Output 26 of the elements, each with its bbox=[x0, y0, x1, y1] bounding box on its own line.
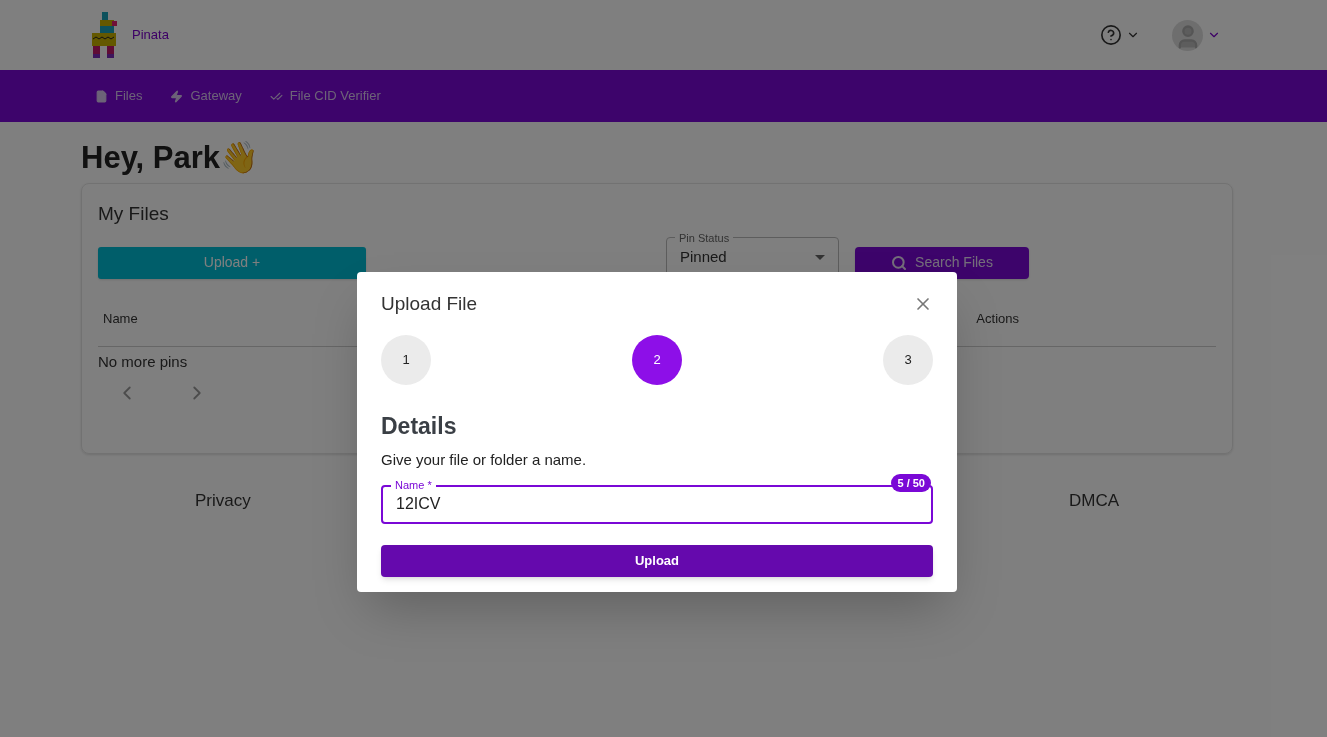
empty-message: No more pins bbox=[98, 352, 188, 372]
greeting-heading: Hey, Park👋 bbox=[81, 139, 260, 177]
column-header: Name bbox=[103, 309, 138, 328]
upload-submit-button[interactable]: Upload bbox=[381, 544, 933, 577]
card-title: My Files bbox=[98, 202, 170, 226]
dialog-title: Upload File bbox=[381, 292, 478, 316]
brand-name[interactable]: Pinata bbox=[132, 25, 169, 45]
step-indicator: 2 bbox=[632, 334, 682, 385]
section-description: Give your file or folder a name. bbox=[381, 450, 588, 470]
avatar-icon bbox=[1172, 19, 1203, 51]
help-icon bbox=[1100, 24, 1122, 46]
section-heading: Details bbox=[381, 411, 458, 441]
search-icon bbox=[891, 254, 908, 271]
footer-link[interactable]: Privacy bbox=[195, 488, 251, 514]
step-indicator: 1 bbox=[381, 334, 431, 385]
account-menu-button[interactable] bbox=[1172, 19, 1221, 51]
column-header: Actions bbox=[976, 309, 1019, 328]
help-menu-button[interactable] bbox=[1100, 24, 1140, 46]
character-counter: 5 / 50 bbox=[891, 473, 931, 492]
nav-link[interactable]: Gateway bbox=[170, 86, 242, 106]
lightning-icon bbox=[170, 89, 184, 103]
footer-link[interactable]: DMCA bbox=[1068, 488, 1119, 514]
nav-link[interactable]: Files bbox=[95, 86, 143, 106]
step-indicator: 3 bbox=[883, 334, 933, 385]
file-icon bbox=[95, 89, 108, 103]
nav-link[interactable]: File CID Verifier bbox=[269, 86, 381, 106]
